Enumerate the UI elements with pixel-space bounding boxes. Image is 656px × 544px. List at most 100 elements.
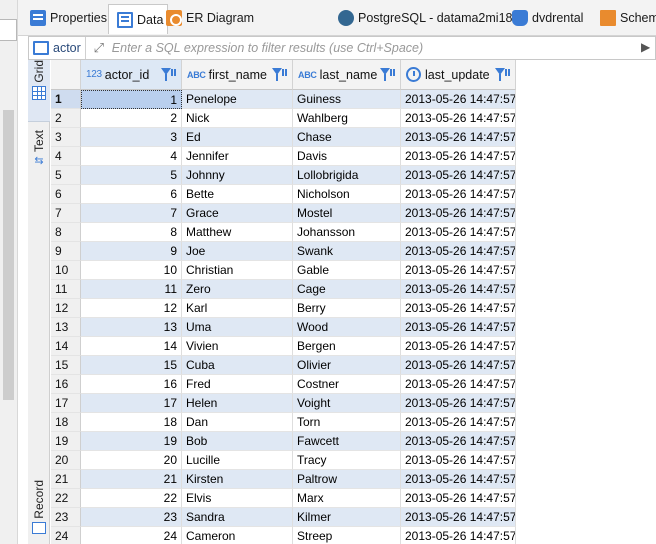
cell-last-update[interactable]: 2013-05-26 14:47:57 <box>401 261 516 280</box>
cell-last-update[interactable]: 2013-05-26 14:47:57 <box>401 489 516 508</box>
cell-actor-id[interactable]: 9 <box>81 242 182 261</box>
side-tab-record[interactable]: Record <box>28 480 50 542</box>
cell-first-name[interactable]: Zero <box>182 280 293 299</box>
cell-last-update[interactable]: 2013-05-26 14:47:57 <box>401 242 516 261</box>
table-row[interactable]: 13 13 Uma Wood 2013-05-26 14:47:57 <box>51 318 656 337</box>
cell-last-update[interactable]: 2013-05-26 14:47:57 <box>401 375 516 394</box>
table-row[interactable]: 15 15 Cuba Olivier 2013-05-26 14:47:57 <box>51 356 656 375</box>
row-number[interactable]: 16 <box>51 375 81 394</box>
cell-last-update[interactable]: 2013-05-26 14:47:57 <box>401 204 516 223</box>
cell-last-update[interactable]: 2013-05-26 14:47:57 <box>401 432 516 451</box>
cell-last-update[interactable]: 2013-05-26 14:47:57 <box>401 299 516 318</box>
table-row[interactable]: 4 4 Jennifer Davis 2013-05-26 14:47:57 <box>51 147 656 166</box>
cell-last-update[interactable]: 2013-05-26 14:47:57 <box>401 413 516 432</box>
table-row[interactable]: 10 10 Christian Gable 2013-05-26 14:47:57 <box>51 261 656 280</box>
schema-selector[interactable]: Schem <box>592 4 656 32</box>
cell-last-update[interactable]: 2013-05-26 14:47:57 <box>401 508 516 527</box>
cell-last-name[interactable]: Paltrow <box>293 470 401 489</box>
table-row[interactable]: 23 23 Sandra Kilmer 2013-05-26 14:47:57 <box>51 508 656 527</box>
row-number[interactable]: 24 <box>51 527 81 544</box>
cell-last-name[interactable]: Costner <box>293 375 401 394</box>
cell-last-name[interactable]: Bergen <box>293 337 401 356</box>
cell-last-update[interactable]: 2013-05-26 14:47:57 <box>401 223 516 242</box>
cell-last-name[interactable]: Johansson <box>293 223 401 242</box>
results-grid[interactable]: 123 actor_id ABC first_name ABC last_nam… <box>51 60 656 544</box>
cell-actor-id[interactable]: 19 <box>81 432 182 451</box>
cell-last-name[interactable]: Wahlberg <box>293 109 401 128</box>
row-number[interactable]: 19 <box>51 432 81 451</box>
left-panel-input[interactable] <box>0 19 17 41</box>
sort-filter-icon[interactable] <box>495 67 511 83</box>
cell-actor-id[interactable]: 18 <box>81 413 182 432</box>
cell-actor-id[interactable]: 3 <box>81 128 182 147</box>
sort-filter-icon[interactable] <box>380 67 396 83</box>
column-header-first-name[interactable]: ABC first_name <box>182 60 293 90</box>
cell-last-update[interactable]: 2013-05-26 14:47:57 <box>401 337 516 356</box>
table-row[interactable]: 12 12 Karl Berry 2013-05-26 14:47:57 <box>51 299 656 318</box>
table-row[interactable]: 22 22 Elvis Marx 2013-05-26 14:47:57 <box>51 489 656 508</box>
cell-actor-id[interactable]: 16 <box>81 375 182 394</box>
sort-filter-icon[interactable] <box>161 67 177 83</box>
cell-actor-id[interactable]: 21 <box>81 470 182 489</box>
cell-actor-id[interactable]: 10 <box>81 261 182 280</box>
cell-last-update[interactable]: 2013-05-26 14:47:57 <box>401 527 516 544</box>
filter-input[interactable]: Enter a SQL expression to filter results… <box>112 41 423 55</box>
cell-last-name[interactable]: Chase <box>293 128 401 147</box>
cell-last-update[interactable]: 2013-05-26 14:47:57 <box>401 394 516 413</box>
table-row[interactable]: 20 20 Lucille Tracy 2013-05-26 14:47:57 <box>51 451 656 470</box>
row-number[interactable]: 10 <box>51 261 81 280</box>
cell-last-name[interactable]: Torn <box>293 413 401 432</box>
cell-last-name[interactable]: Lollobrigida <box>293 166 401 185</box>
cell-actor-id[interactable]: 13 <box>81 318 182 337</box>
cell-last-name[interactable]: Nicholson <box>293 185 401 204</box>
cell-first-name[interactable]: Helen <box>182 394 293 413</box>
table-row[interactable]: 18 18 Dan Torn 2013-05-26 14:47:57 <box>51 413 656 432</box>
cell-first-name[interactable]: Christian <box>182 261 293 280</box>
table-row[interactable]: 14 14 Vivien Bergen 2013-05-26 14:47:57 <box>51 337 656 356</box>
cell-last-update[interactable]: 2013-05-26 14:47:57 <box>401 90 516 109</box>
cell-last-update[interactable]: 2013-05-26 14:47:57 <box>401 356 516 375</box>
filter-table-selector[interactable]: actor <box>29 37 86 59</box>
row-number[interactable]: 18 <box>51 413 81 432</box>
cell-last-name[interactable]: Tracy <box>293 451 401 470</box>
cell-actor-id[interactable]: 24 <box>81 527 182 544</box>
cell-first-name[interactable]: Uma <box>182 318 293 337</box>
table-row[interactable]: 11 11 Zero Cage 2013-05-26 14:47:57 <box>51 280 656 299</box>
cell-first-name[interactable]: Lucille <box>182 451 293 470</box>
cell-first-name[interactable]: Jennifer <box>182 147 293 166</box>
row-number[interactable]: 12 <box>51 299 81 318</box>
cell-last-name[interactable]: Olivier <box>293 356 401 375</box>
cell-last-name[interactable]: Berry <box>293 299 401 318</box>
table-row[interactable]: 24 24 Cameron Streep 2013-05-26 14:47:57 <box>51 527 656 544</box>
cell-actor-id[interactable]: 4 <box>81 147 182 166</box>
row-number[interactable]: 2 <box>51 109 81 128</box>
cell-first-name[interactable]: Sandra <box>182 508 293 527</box>
cell-actor-id[interactable]: 1 <box>81 90 182 109</box>
table-row[interactable]: 16 16 Fred Costner 2013-05-26 14:47:57 <box>51 375 656 394</box>
cell-last-name[interactable]: Gable <box>293 261 401 280</box>
row-number[interactable]: 11 <box>51 280 81 299</box>
cell-last-update[interactable]: 2013-05-26 14:47:57 <box>401 166 516 185</box>
cell-first-name[interactable]: Fred <box>182 375 293 394</box>
row-number[interactable]: 4 <box>51 147 81 166</box>
side-tab-text[interactable]: Text ⇆ <box>28 130 50 178</box>
cell-last-name[interactable]: Fawcett <box>293 432 401 451</box>
cell-last-update[interactable]: 2013-05-26 14:47:57 <box>401 147 516 166</box>
column-header-actor-id[interactable]: 123 actor_id <box>81 60 182 90</box>
cell-last-update[interactable]: 2013-05-26 14:47:57 <box>401 318 516 337</box>
cell-actor-id[interactable]: 2 <box>81 109 182 128</box>
cell-actor-id[interactable]: 8 <box>81 223 182 242</box>
cell-last-update[interactable]: 2013-05-26 14:47:57 <box>401 185 516 204</box>
expand-filter-icon[interactable]: ⤢ <box>90 39 108 57</box>
cell-first-name[interactable]: Kirsten <box>182 470 293 489</box>
row-number[interactable]: 23 <box>51 508 81 527</box>
cell-first-name[interactable]: Cameron <box>182 527 293 544</box>
cell-actor-id[interactable]: 15 <box>81 356 182 375</box>
table-row[interactable]: 8 8 Matthew Johansson 2013-05-26 14:47:57 <box>51 223 656 242</box>
row-number[interactable]: 8 <box>51 223 81 242</box>
cell-last-name[interactable]: Wood <box>293 318 401 337</box>
tab-er-diagram[interactable]: ER Diagram <box>158 4 258 32</box>
cell-first-name[interactable]: Ed <box>182 128 293 147</box>
cell-actor-id[interactable]: 11 <box>81 280 182 299</box>
cell-first-name[interactable]: Dan <box>182 413 293 432</box>
